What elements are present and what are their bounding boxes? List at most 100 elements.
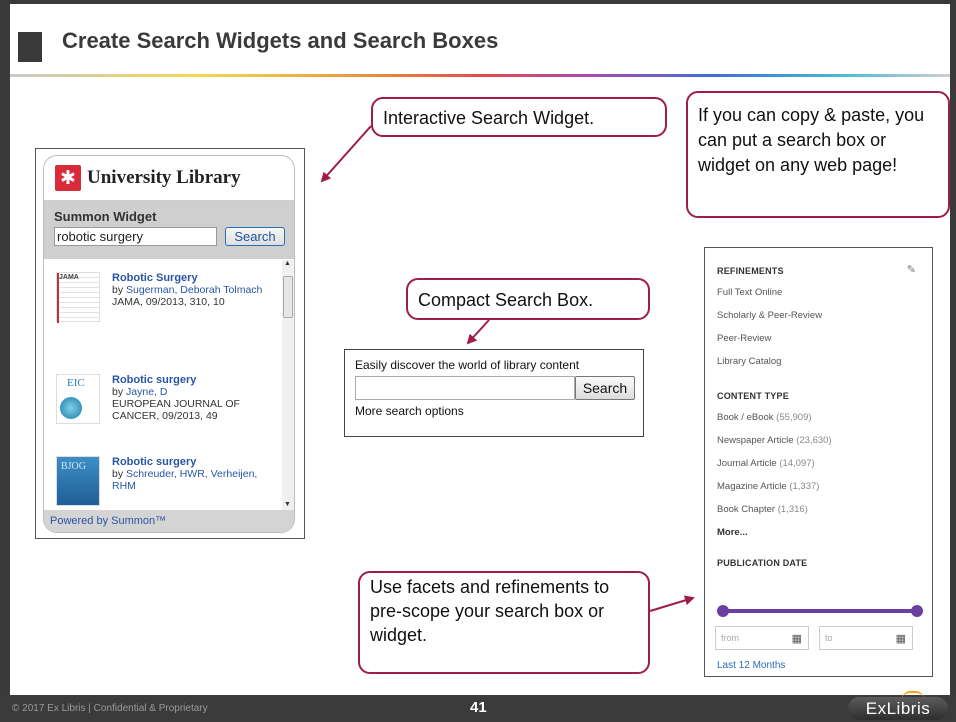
slider-knob-end[interactable] xyxy=(911,605,923,617)
publication-date-heading: PUBLICATION DATE xyxy=(717,558,808,568)
exlibris-logo-arc-icon xyxy=(902,691,924,699)
compact-search-input[interactable] xyxy=(355,376,575,400)
university-logo-icon: ✱ xyxy=(55,165,81,191)
widget-search-zone: Summon Widget robotic surgery Search xyxy=(44,201,294,259)
content-type-count: (14,097) xyxy=(779,458,815,469)
date-from-placeholder: from xyxy=(721,633,739,643)
result-text: Robotic surgery by Schreuder, HWR, Verhe… xyxy=(112,456,271,506)
edit-pencil-icon[interactable]: ✎ xyxy=(907,263,916,276)
widget-search-input[interactable]: robotic surgery xyxy=(54,227,217,246)
bjog-cover-icon[interactable] xyxy=(56,456,100,506)
slider-track xyxy=(721,609,919,613)
title-divider xyxy=(10,74,950,77)
slide-left-border xyxy=(0,0,10,722)
widget-result-item: Robotic surgery by Jayne, D EUROPEAN JOU… xyxy=(56,374,271,424)
widget-label: Summon Widget xyxy=(54,209,157,224)
page-number: 41 xyxy=(470,699,487,716)
content-type-item[interactable]: Book / eBook (55,909) xyxy=(717,412,932,423)
exlibris-logo: ExLibris xyxy=(848,697,948,720)
compact-search-button[interactable]: Search xyxy=(575,376,635,400)
slide-top-border xyxy=(0,0,956,4)
date-from-input[interactable]: from ▦ xyxy=(715,626,809,650)
result-author-link[interactable]: Jayne, D xyxy=(126,386,167,398)
content-type-label: Newspaper Article xyxy=(717,435,794,446)
result-authors: by Jayne, D xyxy=(112,386,271,398)
callout-interactive-text: Interactive Search Widget. xyxy=(383,108,595,128)
content-type-item[interactable]: Book Chapter (1,316) xyxy=(717,504,932,515)
scroll-up-icon[interactable]: ▲ xyxy=(284,260,291,267)
content-type-more-link[interactable]: More... xyxy=(717,527,932,538)
widget-header: ✱ University Library xyxy=(44,156,294,201)
summon-widget-frame: ✱ University Library Summon Widget robot… xyxy=(35,148,305,539)
callout-compact-text: Compact Search Box. xyxy=(418,290,594,310)
content-type-label: Journal Article xyxy=(717,458,777,469)
refinement-item[interactable]: Full Text Online xyxy=(717,287,932,298)
widget-footer-link[interactable]: Powered by Summon™ xyxy=(44,510,294,532)
slider-knob-start[interactable] xyxy=(717,605,729,617)
date-to-placeholder: to xyxy=(825,633,833,643)
result-title[interactable]: Robotic Surgery xyxy=(112,272,262,284)
callout-copy-paste-text: If you can copy & paste, you can put a s… xyxy=(698,105,925,175)
widget-result-item: Robotic Surgery by Sugerman, Deborah Tol… xyxy=(56,272,271,323)
widget-results: Robotic Surgery by Sugerman, Deborah Tol… xyxy=(44,260,294,510)
result-text: Robotic Surgery by Sugerman, Deborah Tol… xyxy=(112,272,262,322)
content-type-count: (23,630) xyxy=(796,435,832,446)
content-type-item[interactable]: Journal Article (14,097) xyxy=(717,458,932,469)
callout-facets-text: Use facets and refinements to pre-scope … xyxy=(370,577,610,645)
content-type-item[interactable]: Magazine Article (1,337) xyxy=(717,481,932,492)
content-type-item[interactable]: Newspaper Article (23,630) xyxy=(717,435,932,446)
result-author-link[interactable]: Sugerman, Deborah Tolmach xyxy=(126,284,262,296)
slide: Create Search Widgets and Search Boxes I… xyxy=(0,0,956,722)
summon-widget: ✱ University Library Summon Widget robot… xyxy=(43,155,295,533)
slide-right-border xyxy=(950,0,956,722)
result-title[interactable]: Robotic surgery xyxy=(112,374,271,386)
result-meta: JAMA, 09/2013, 310, 10 xyxy=(112,296,225,308)
footer-copyright: © 2017 Ex Libris | Confidential & Propri… xyxy=(12,703,208,714)
slide-title: Create Search Widgets and Search Boxes xyxy=(62,28,499,53)
arrow-to-facets xyxy=(649,595,695,612)
result-by: by xyxy=(112,284,127,296)
scroll-down-icon[interactable]: ▼ xyxy=(284,501,291,508)
last-12-months-link[interactable]: Last 12 Months xyxy=(717,660,785,671)
result-authors: by Schreuder, HWR, Verheijen, RHM xyxy=(112,468,271,492)
widget-brand: University Library xyxy=(87,167,241,188)
date-to-input[interactable]: to ▦ xyxy=(819,626,913,650)
scroll-thumb[interactable] xyxy=(283,276,293,318)
compact-search-box: Easily discover the world of library con… xyxy=(344,349,644,437)
calendar-icon[interactable]: ▦ xyxy=(896,632,906,645)
date-inputs-row: from ▦ to ▦ xyxy=(715,626,913,650)
widget-result-item: Robotic surgery by Schreuder, HWR, Verhe… xyxy=(56,456,271,506)
refinement-item[interactable]: Library Catalog xyxy=(717,356,932,367)
slide-footer: © 2017 Ex Libris | Confidential & Propri… xyxy=(0,691,956,722)
result-meta: EUROPEAN JOURNAL OF CANCER, 09/2013, 49 xyxy=(112,398,240,422)
facets-panel: ✎ REFINEMENTS Full Text Online Scholarly… xyxy=(704,247,933,677)
refinement-item[interactable]: Scholarly & Peer-Review xyxy=(717,310,932,321)
widget-search-button[interactable]: Search xyxy=(225,227,285,246)
refinement-item[interactable]: Peer-Review xyxy=(717,333,932,344)
callout-copy-paste: If you can copy & paste, you can put a s… xyxy=(686,91,950,218)
content-type-label: Book Chapter xyxy=(717,504,776,515)
content-type-label: Book / eBook xyxy=(717,412,774,423)
widget-search-row: robotic surgery Search xyxy=(54,227,287,246)
callout-facets: Use facets and refinements to pre-scope … xyxy=(358,571,650,674)
more-search-options-link[interactable]: More search options xyxy=(355,404,643,418)
result-title[interactable]: Robotic surgery xyxy=(112,456,271,468)
content-type-count: (55,909) xyxy=(776,412,812,423)
content-type-count: (1,337) xyxy=(789,481,820,492)
compact-search-row: Search xyxy=(355,376,643,400)
date-range-slider[interactable] xyxy=(717,605,923,617)
widget-scrollbar[interactable]: ▲ ▼ xyxy=(282,260,294,510)
ejc-cover-icon[interactable] xyxy=(56,374,100,424)
arrow-to-widget xyxy=(320,125,372,183)
content-type-heading: CONTENT TYPE xyxy=(717,391,789,401)
content-type-count: (1,316) xyxy=(777,504,808,515)
refinements-heading: REFINEMENTS xyxy=(717,266,784,276)
title-marker xyxy=(18,32,42,62)
result-text: Robotic surgery by Jayne, D EUROPEAN JOU… xyxy=(112,374,271,424)
content-type-label: Magazine Article xyxy=(717,481,787,492)
jama-cover-icon[interactable] xyxy=(56,272,100,323)
calendar-icon[interactable]: ▦ xyxy=(792,632,802,645)
result-by: by xyxy=(112,386,127,398)
result-author-link[interactable]: Schreuder, HWR, Verheijen, RHM xyxy=(112,468,257,492)
callout-interactive-widget: Interactive Search Widget. xyxy=(371,97,667,137)
